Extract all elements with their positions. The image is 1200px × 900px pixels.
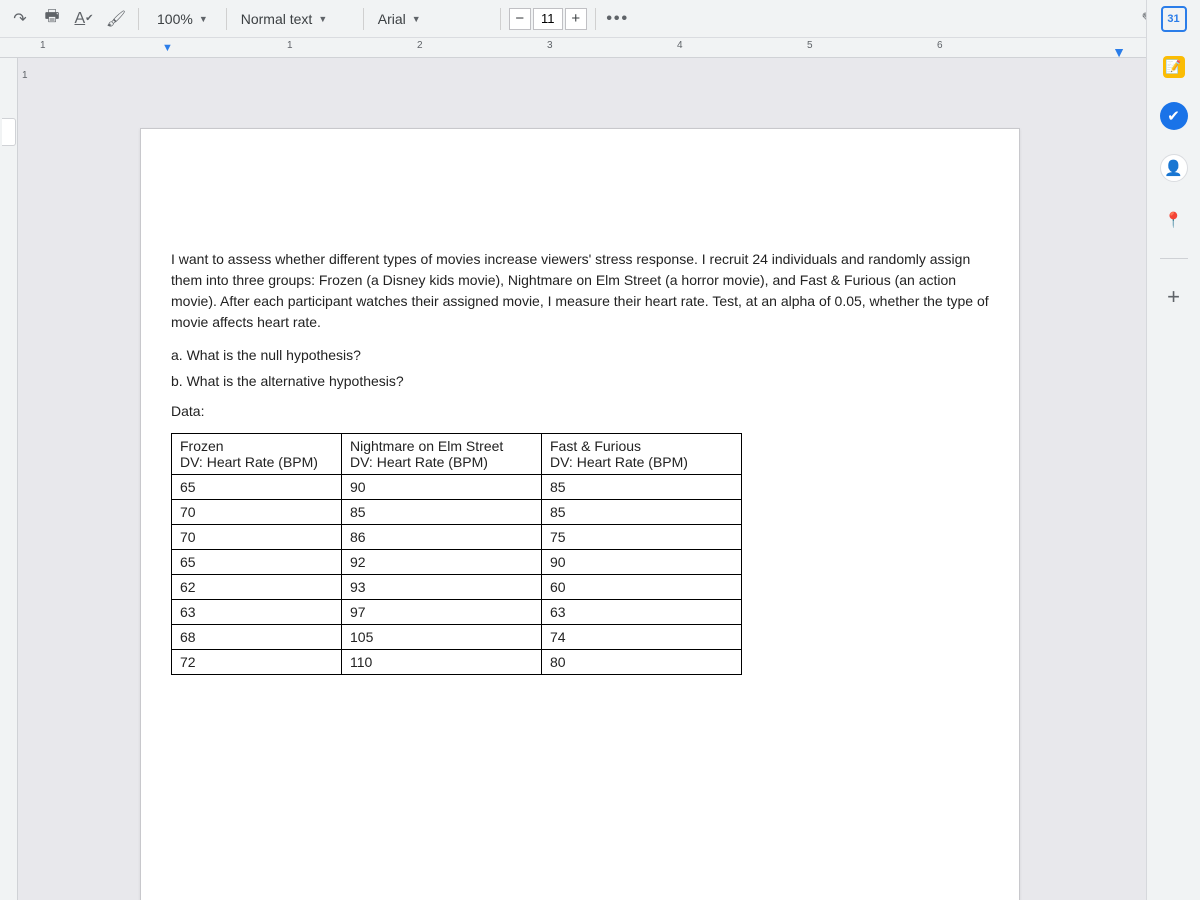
table-cell[interactable]: 65 bbox=[172, 475, 342, 500]
fontsize-value[interactable]: 11 bbox=[533, 8, 563, 30]
ruler-num: 4 bbox=[677, 40, 683, 51]
document-canvas[interactable]: I want to assess whether different types… bbox=[40, 58, 1140, 900]
table-cell[interactable]: 60 bbox=[542, 575, 742, 600]
tasks-icon[interactable]: ✔ bbox=[1160, 102, 1188, 130]
table-cell[interactable]: 70 bbox=[172, 525, 342, 550]
table-cell[interactable]: 62 bbox=[172, 575, 342, 600]
data-table[interactable]: Frozen DV: Heart Rate (BPM) Nightmare on… bbox=[171, 433, 742, 675]
table-cell[interactable]: 63 bbox=[542, 600, 742, 625]
ruler-num: 3 bbox=[547, 40, 553, 51]
divider bbox=[1160, 258, 1188, 259]
table-header[interactable]: Frozen DV: Heart Rate (BPM) bbox=[172, 434, 342, 475]
table-row: 65 92 90 bbox=[172, 550, 742, 575]
table-header-row: Frozen DV: Heart Rate (BPM) Nightmare on… bbox=[172, 434, 742, 475]
table-row: 65 90 85 bbox=[172, 475, 742, 500]
table-row: 62 93 60 bbox=[172, 575, 742, 600]
toolbar: ↷ 🖶 A✔ 🖌 100% ▼ Normal text ▼ Arial ▼ − … bbox=[0, 0, 1200, 38]
table-row: 72 110 80 bbox=[172, 650, 742, 675]
horizontal-ruler[interactable]: ▼ 1 1 2 3 4 5 6 bbox=[0, 38, 1200, 58]
question-a[interactable]: a. What is the null hypothesis? bbox=[171, 347, 989, 363]
side-panel: 31 📝 ✔ 👤 📍 + bbox=[1146, 0, 1200, 900]
header-sub: DV: Heart Rate (BPM) bbox=[550, 454, 733, 470]
paint-format-button[interactable]: 🖌 bbox=[102, 5, 130, 33]
zoom-value: 100% bbox=[157, 11, 193, 27]
header-sub: DV: Heart Rate (BPM) bbox=[350, 454, 533, 470]
table-header[interactable]: Nightmare on Elm Street DV: Heart Rate (… bbox=[342, 434, 542, 475]
ruler-num: 5 bbox=[807, 40, 813, 51]
ruler-num: 1 bbox=[287, 40, 293, 51]
body-paragraph[interactable]: I want to assess whether different types… bbox=[171, 249, 989, 333]
chevron-down-icon: ▼ bbox=[412, 14, 421, 24]
data-label[interactable]: Data: bbox=[171, 403, 989, 419]
print-button[interactable]: 🖶 bbox=[38, 5, 66, 33]
table-cell[interactable]: 65 bbox=[172, 550, 342, 575]
ruler-num: 6 bbox=[937, 40, 943, 51]
table-cell[interactable]: 72 bbox=[172, 650, 342, 675]
table-cell[interactable]: 93 bbox=[342, 575, 542, 600]
paragraph-style-dropdown[interactable]: Normal text ▼ bbox=[235, 5, 355, 33]
table-cell[interactable]: 90 bbox=[542, 550, 742, 575]
keep-icon[interactable]: 📝 bbox=[1163, 56, 1185, 78]
table-cell[interactable]: 85 bbox=[342, 500, 542, 525]
spellcheck-button[interactable]: A✔ bbox=[70, 5, 98, 33]
left-indent-marker[interactable]: ▼ bbox=[162, 42, 173, 54]
font-value: Arial bbox=[378, 11, 406, 27]
table-cell[interactable]: 110 bbox=[342, 650, 542, 675]
document-page[interactable]: I want to assess whether different types… bbox=[140, 128, 1020, 900]
ruler-num: 2 bbox=[417, 40, 423, 51]
right-indent-marker[interactable]: ▼ bbox=[1112, 44, 1126, 60]
outline-toggle[interactable] bbox=[2, 118, 16, 146]
zoom-dropdown[interactable]: 100% ▼ bbox=[147, 5, 218, 33]
table-cell[interactable]: 92 bbox=[342, 550, 542, 575]
table-cell[interactable]: 80 bbox=[542, 650, 742, 675]
header-title: Frozen bbox=[180, 438, 224, 454]
contacts-icon[interactable]: 👤 bbox=[1160, 154, 1188, 182]
header-title: Nightmare on Elm Street bbox=[350, 438, 503, 454]
header-title: Fast & Furious bbox=[550, 438, 641, 454]
table-cell[interactable]: 86 bbox=[342, 525, 542, 550]
header-sub: DV: Heart Rate (BPM) bbox=[180, 454, 333, 470]
more-options-button[interactable]: ••• bbox=[604, 5, 632, 33]
add-addon-button[interactable]: + bbox=[1160, 283, 1188, 311]
maps-icon[interactable]: 📍 bbox=[1160, 206, 1188, 234]
table-cell[interactable]: 74 bbox=[542, 625, 742, 650]
fontsize-decrease[interactable]: − bbox=[509, 8, 531, 30]
calendar-icon[interactable]: 31 bbox=[1161, 6, 1187, 32]
table-cell[interactable]: 105 bbox=[342, 625, 542, 650]
table-row: 70 85 85 bbox=[172, 500, 742, 525]
chevron-down-icon: ▼ bbox=[318, 14, 327, 24]
table-cell[interactable]: 68 bbox=[172, 625, 342, 650]
table-cell[interactable]: 75 bbox=[542, 525, 742, 550]
table-row: 70 86 75 bbox=[172, 525, 742, 550]
ruler-num: 1 bbox=[40, 40, 46, 51]
table-cell[interactable]: 97 bbox=[342, 600, 542, 625]
table-cell[interactable]: 85 bbox=[542, 475, 742, 500]
table-row: 63 97 63 bbox=[172, 600, 742, 625]
question-b[interactable]: b. What is the alternative hypothesis? bbox=[171, 373, 989, 389]
table-cell[interactable]: 90 bbox=[342, 475, 542, 500]
style-value: Normal text bbox=[241, 11, 313, 27]
vruler-num: 1 bbox=[22, 70, 28, 81]
outline-sidebar bbox=[0, 58, 18, 900]
chevron-down-icon: ▼ bbox=[199, 14, 208, 24]
redo-button[interactable]: ↷ bbox=[6, 5, 34, 33]
table-cell[interactable]: 70 bbox=[172, 500, 342, 525]
font-dropdown[interactable]: Arial ▼ bbox=[372, 5, 492, 33]
table-cell[interactable]: 85 bbox=[542, 500, 742, 525]
fontsize-increase[interactable]: + bbox=[565, 8, 587, 30]
fontsize-control: − 11 + bbox=[509, 8, 587, 30]
table-row: 68 105 74 bbox=[172, 625, 742, 650]
table-cell[interactable]: 63 bbox=[172, 600, 342, 625]
table-header[interactable]: Fast & Furious DV: Heart Rate (BPM) bbox=[542, 434, 742, 475]
